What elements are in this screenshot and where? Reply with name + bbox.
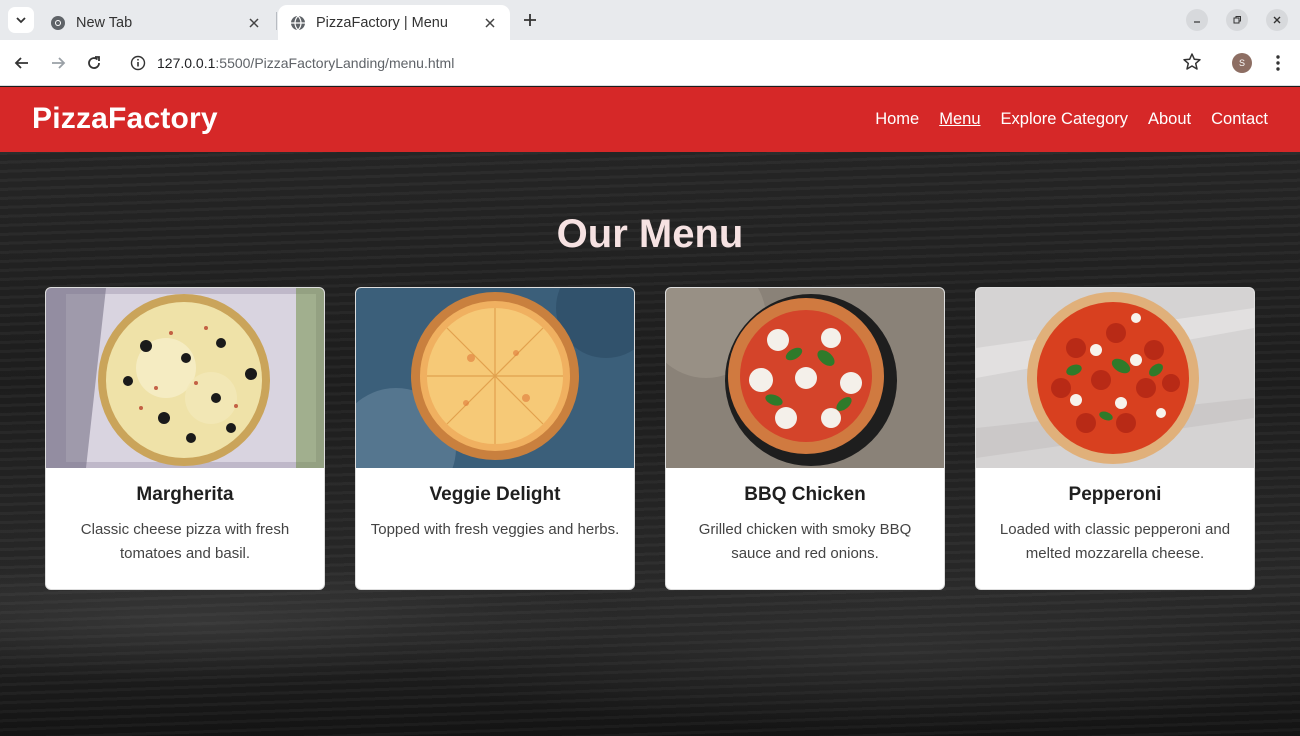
tab-divider — [276, 12, 277, 30]
back-button[interactable] — [10, 51, 34, 75]
site-header: PizzaFactory Home Menu Explore Category … — [0, 87, 1300, 152]
pizza-name: BBQ Chicken — [744, 484, 866, 505]
site-logo[interactable]: PizzaFactory — [32, 102, 218, 136]
pizza-card-bbq-chicken[interactable]: BBQ Chicken Grilled chicken with smoky B… — [665, 287, 945, 590]
pizza-description: Grilled chicken with smoky BBQ sauce and… — [698, 521, 912, 562]
tab-search-button[interactable] — [8, 7, 34, 33]
page-title: Our Menu — [556, 212, 744, 256]
pizza-name: Pepperoni — [1068, 484, 1162, 505]
minimize-button[interactable] — [1186, 9, 1208, 31]
url-path: :5500/PizzaFactoryLanding/menu.html — [215, 55, 455, 71]
browser-tabstrip: New Tab PizzaFactory | Menu — [0, 0, 1300, 40]
pizza-image — [666, 288, 944, 468]
pizza-card-veggie-delight[interactable]: Veggie Delight Topped with fresh veggies… — [355, 287, 635, 590]
chrome-icon — [51, 15, 65, 30]
nav-contact[interactable]: Contact — [1211, 110, 1268, 129]
pizza-description: Topped with fresh veggies and herbs. — [370, 521, 620, 538]
tab-pizzafactory-menu[interactable]: PizzaFactory | Menu — [278, 5, 510, 40]
tab-new-tab[interactable]: New Tab — [38, 5, 274, 40]
pizza-card-margherita[interactable]: Margherita Classic cheese pizza with fre… — [45, 287, 325, 590]
reload-button[interactable] — [82, 51, 106, 75]
tab-title: New Tab — [76, 14, 133, 31]
globe-icon — [291, 15, 305, 30]
close-icon — [1273, 16, 1281, 24]
new-tab-button[interactable] — [518, 8, 542, 32]
menu-section: Our Menu Margherita Classic cheese pizza… — [0, 152, 1300, 736]
profile-initial: S — [1238, 58, 1245, 68]
site-nav: Home Menu Explore Category About Contact — [875, 110, 1268, 129]
nav-about[interactable]: About — [1148, 110, 1191, 129]
pizza-name: Margherita — [136, 484, 234, 505]
site-info-icon[interactable] — [130, 55, 146, 71]
restore-button[interactable] — [1226, 9, 1248, 31]
tab-title: PizzaFactory | Menu — [316, 14, 448, 31]
arrow-right-icon — [52, 57, 66, 69]
nav-explore-category[interactable]: Explore Category — [1001, 110, 1128, 129]
plus-icon — [524, 14, 536, 26]
pizza-name: Veggie Delight — [429, 484, 561, 505]
reload-icon — [88, 56, 100, 69]
url-host: 127.0.0.1 — [157, 55, 216, 71]
pizza-image — [46, 288, 324, 468]
arrow-left-icon — [14, 57, 28, 69]
pizza-description: Classic cheese pizza with fresh tomatoes… — [80, 521, 290, 562]
close-tab-icon[interactable] — [246, 15, 262, 31]
forward-button[interactable] — [46, 51, 70, 75]
pizza-card-pepperoni[interactable]: Pepperoni Loaded with classic pepperoni … — [975, 287, 1255, 590]
chevron-down-icon — [16, 17, 26, 24]
browser-menu-button[interactable] — [1268, 52, 1288, 74]
close-window-button[interactable] — [1266, 9, 1288, 31]
bookmark-star-icon[interactable] — [1182, 52, 1202, 72]
pizza-image — [356, 288, 634, 468]
minimize-icon — [1194, 21, 1200, 23]
close-tab-icon[interactable] — [482, 15, 498, 31]
address-bar[interactable]: 127.0.0.1:5500/PizzaFactoryLanding/menu.… — [120, 46, 1216, 80]
nav-menu[interactable]: Menu — [939, 110, 980, 129]
pizza-image — [976, 288, 1254, 468]
more-vertical-icon — [1276, 55, 1280, 71]
nav-home[interactable]: Home — [875, 110, 919, 129]
url-text: 127.0.0.1:5500/PizzaFactoryLanding/menu.… — [157, 55, 454, 71]
pizza-description: Loaded with classic pepperoni and melted… — [999, 521, 1231, 562]
profile-avatar[interactable]: S — [1232, 53, 1252, 73]
restore-icon — [1233, 16, 1241, 24]
browser-toolbar: 127.0.0.1:5500/PizzaFactoryLanding/menu.… — [0, 40, 1300, 86]
